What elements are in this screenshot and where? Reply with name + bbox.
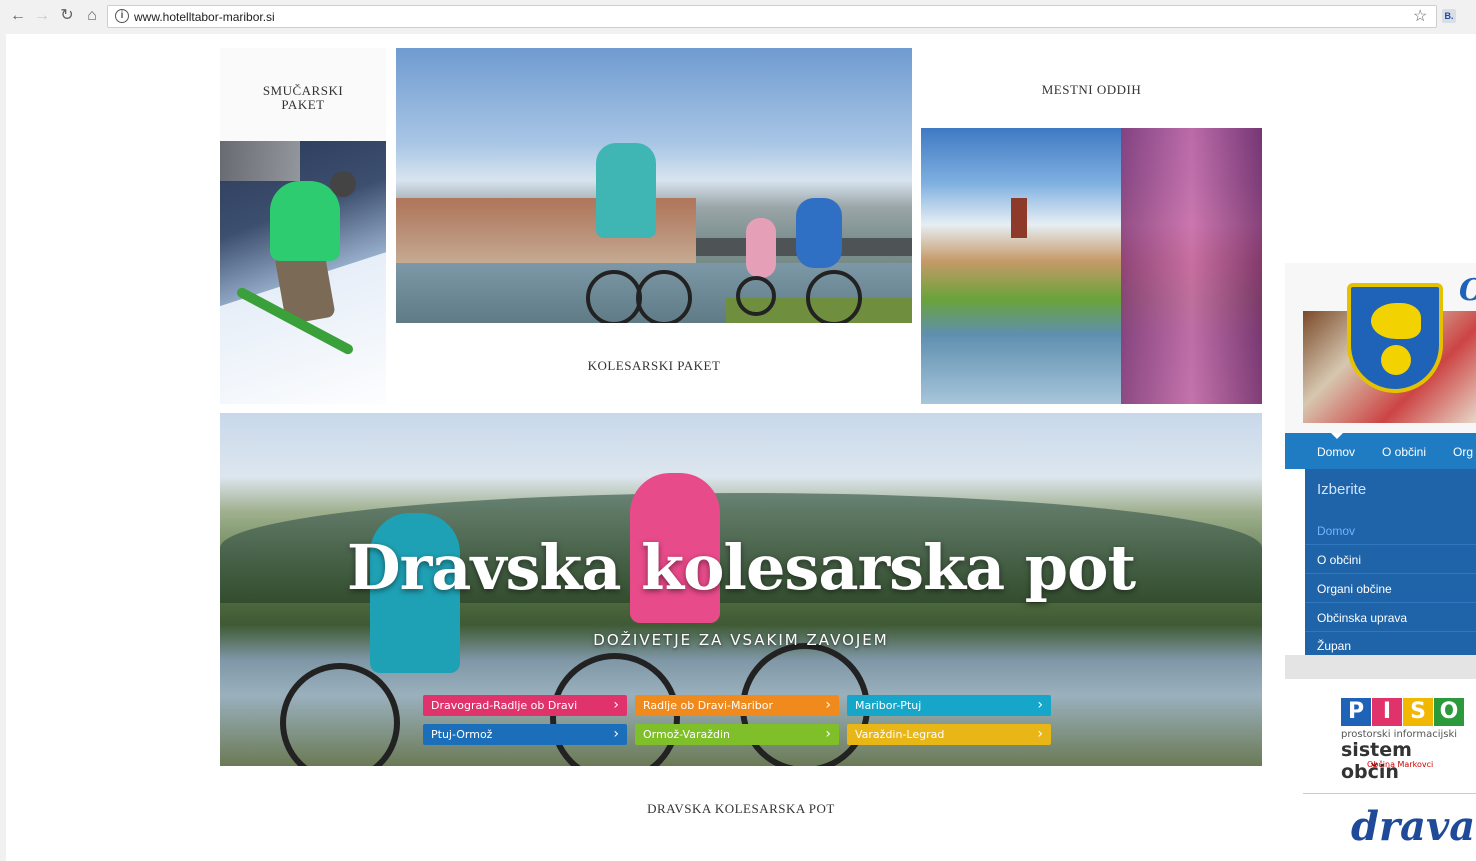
ski-package-card[interactable]: SMUČARSKI PAKET: [220, 48, 386, 404]
reload-icon[interactable]: ↻: [57, 6, 77, 26]
city-break-image[interactable]: [921, 128, 1262, 404]
menu-item-mayor[interactable]: Župan: [1317, 639, 1351, 653]
municipality-menu: Izberite Domov O občini Organi občine Ob…: [1305, 469, 1476, 655]
banner-subtitle: DOŽIVETJE ZA VSAKIM ZAVOJEM: [593, 631, 889, 649]
menu-item-home[interactable]: Domov: [1317, 524, 1355, 538]
back-arrow-icon[interactable]: ←: [8, 6, 28, 26]
address-bar[interactable]: i www.hotelltabor-maribor.si: [107, 5, 1437, 28]
city-break-title[interactable]: MESTNI ODDIH: [921, 83, 1262, 97]
city-break-card[interactable]: MESTNI ODDIH: [921, 48, 1262, 404]
chevron-right-icon: ›: [825, 726, 831, 742]
piso-line3: Občina Markovci: [1367, 760, 1434, 769]
chevron-right-icon: ›: [613, 726, 619, 742]
chevron-right-icon: ›: [613, 697, 619, 713]
route-button[interactable]: Radlje ob Dravi-Maribor ›: [635, 695, 839, 716]
chevron-right-icon: ›: [1037, 726, 1043, 742]
drava-cycle-route-banner[interactable]: Dravska kolesarska pot DOŽIVETJE ZA VSAK…: [220, 413, 1262, 766]
bike-package-title[interactable]: KOLESARSKI PAKET: [396, 359, 912, 373]
chevron-right-icon: ›: [1037, 697, 1043, 713]
nav-item-organs[interactable]: Org: [1453, 445, 1473, 459]
menu-header: Izberite: [1317, 481, 1367, 498]
route-button[interactable]: Ptuj-Ormož ›: [423, 724, 627, 745]
menu-item-organs[interactable]: Organi občine: [1317, 582, 1392, 596]
municipality-nav: Domov O občini Org: [1285, 433, 1476, 469]
coat-of-arms-icon: [1347, 283, 1443, 393]
header-letter: O: [1459, 273, 1476, 308]
caret-down-icon: [1331, 433, 1343, 439]
menu-item-administration[interactable]: Občinska uprava: [1317, 611, 1407, 625]
nav-item-home[interactable]: Domov: [1317, 445, 1355, 459]
extension-icon[interactable]: B.: [1442, 9, 1456, 23]
municipality-sidebar: O Domov O občini Org Izberite Domov O ob…: [1285, 263, 1476, 861]
browser-toolbar: ← → ↻ ⌂ i www.hotelltabor-maribor.si ☆ B…: [0, 0, 1476, 34]
drava-logo[interactable]: drava: [1351, 803, 1475, 850]
nav-item-about[interactable]: O občini: [1382, 445, 1426, 459]
drava-cycle-route-card[interactable]: Dravska kolesarska pot DOŽIVETJE ZA VSAK…: [220, 413, 1262, 847]
municipality-header: O: [1285, 263, 1476, 433]
home-icon[interactable]: ⌂: [82, 6, 102, 26]
bike-package-card[interactable]: KOLESARSKI PAKET: [396, 48, 912, 404]
drava-cycle-route-title[interactable]: DRAVSKA KOLESARSKA POT: [220, 802, 1262, 816]
banner-title: Dravska kolesarska pot: [346, 531, 1136, 604]
info-icon[interactable]: i: [115, 9, 129, 23]
url-text: www.hotelltabor-maribor.si: [134, 10, 275, 24]
route-button[interactable]: Dravograd-Radlje ob Dravi ›: [423, 695, 627, 716]
route-button[interactable]: Varaždin-Legrad ›: [847, 724, 1051, 745]
page-content: SMUČARSKI PAKET KOLESARSKI PAKET MESTNI …: [6, 34, 1476, 861]
bike-package-image[interactable]: [396, 48, 912, 323]
menu-item-about[interactable]: O občini: [1317, 553, 1361, 567]
ski-package-title[interactable]: SMUČARSKI PAKET: [220, 84, 386, 112]
piso-logo[interactable]: PISO: [1341, 698, 1465, 726]
route-button[interactable]: Maribor-Ptuj ›: [847, 695, 1051, 716]
bookmark-star-icon[interactable]: ☆: [1413, 6, 1427, 26]
ski-package-image[interactable]: [220, 141, 386, 404]
forward-arrow-icon[interactable]: →: [32, 6, 52, 26]
chevron-right-icon: ›: [825, 697, 831, 713]
route-button[interactable]: Ormož-Varaždin ›: [635, 724, 839, 745]
